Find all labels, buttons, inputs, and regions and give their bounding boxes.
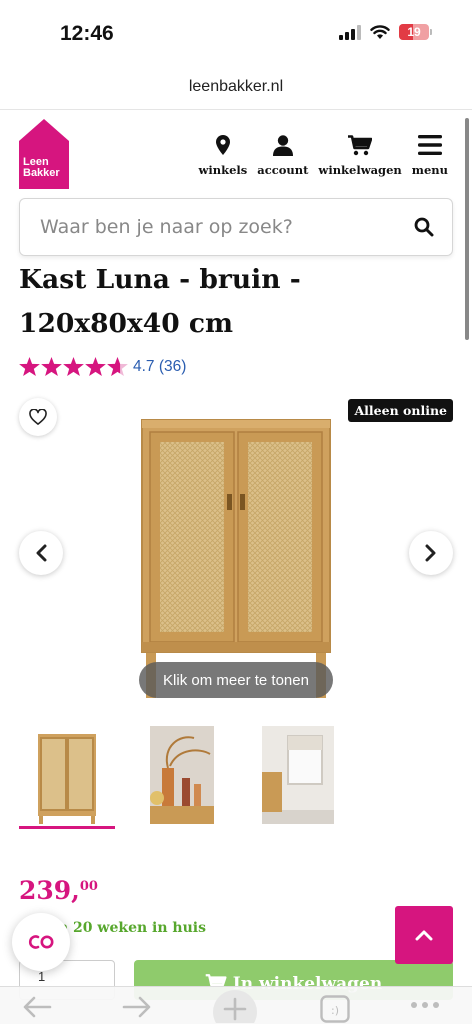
search-bar: [19, 198, 453, 256]
product-price: 239,00: [19, 876, 98, 905]
online-only-badge: Alleen online: [348, 399, 453, 422]
nav-label: winkelwagen: [318, 163, 402, 177]
cellular-signal-icon: [339, 24, 361, 40]
scroll-to-top-button[interactable]: [395, 906, 453, 964]
product-image-cabinet[interactable]: [140, 418, 332, 700]
search-button[interactable]: [396, 217, 452, 237]
chevron-right-icon: [425, 544, 436, 562]
nav-label: winkels: [198, 163, 248, 177]
browser-new-tab-button[interactable]: [212, 989, 258, 1023]
address-bar[interactable]: leenbakker.nl: [0, 70, 472, 110]
site-header: Leen Bakker winkels account winkelwagen …: [0, 111, 472, 197]
url-text: leenbakker.nl: [188, 78, 284, 95]
active-thumbnail-indicator: [19, 826, 115, 829]
chevron-up-icon: [415, 930, 433, 941]
chevron-left-icon: [36, 544, 47, 562]
search-icon: [414, 217, 434, 237]
arrow-right-icon: [122, 996, 151, 1018]
product-rating[interactable]: 4.7 (36): [19, 357, 186, 376]
hamburger-icon: [417, 135, 442, 155]
rating-stars: [19, 357, 128, 376]
gallery-next-button[interactable]: [409, 531, 453, 575]
status-icons: 19: [339, 24, 432, 40]
nav-menu[interactable]: menu: [412, 133, 448, 177]
svg-text::): :): [331, 1004, 339, 1017]
chat-button[interactable]: [12, 913, 70, 971]
browser-tabs-button[interactable]: :): [320, 995, 350, 1023]
browser-toolbar: :): [0, 986, 472, 1024]
plus-icon: [213, 990, 257, 1023]
nav-account[interactable]: account: [257, 133, 308, 177]
browser-back-button[interactable]: [22, 995, 52, 1019]
map-pin-icon: [215, 135, 230, 155]
arrow-left-icon: [23, 996, 52, 1018]
delivery-time: n 20 weken in huis: [58, 920, 206, 936]
gallery-thumbnails: [19, 722, 459, 832]
wifi-icon: [370, 24, 390, 39]
star-half-icon: [107, 357, 128, 376]
browser-more-button[interactable]: [410, 1001, 440, 1009]
product-title: Kast Luna - bruin - 120x80x40 cm: [19, 264, 301, 339]
star-icon: [85, 357, 106, 376]
header-nav: winkels account winkelwagen menu: [198, 133, 448, 177]
battery-level: 19: [407, 25, 421, 39]
wishlist-button[interactable]: [19, 398, 57, 436]
battery-icon: 19: [399, 24, 432, 40]
status-time: 12:46: [60, 22, 114, 45]
nav-label: account: [257, 163, 309, 177]
tabs-icon: :): [320, 995, 350, 1023]
star-icon: [63, 357, 84, 376]
cart-icon: [348, 134, 373, 155]
page-scrollbar[interactable]: [465, 118, 469, 340]
logo-text: Leen Bakker: [23, 156, 60, 179]
leen-bakker-logo[interactable]: Leen Bakker: [19, 119, 69, 189]
rating-text[interactable]: 4.7 (36): [133, 358, 186, 376]
gallery-prev-button[interactable]: [19, 531, 63, 575]
search-input[interactable]: [20, 216, 396, 238]
star-icon: [41, 357, 62, 376]
nav-label: menu: [411, 163, 448, 177]
show-more-button[interactable]: Klik om meer te tonen: [139, 662, 333, 698]
chat-logo-icon: [28, 935, 54, 949]
status-bar: 12:46 19: [0, 0, 472, 66]
thumbnail-1[interactable]: [37, 726, 97, 824]
user-icon: [272, 134, 293, 156]
more-dots-icon: [411, 1002, 439, 1008]
thumbnail-3[interactable]: [262, 726, 334, 824]
star-icon: [19, 357, 40, 376]
thumbnail-2[interactable]: [150, 726, 214, 824]
nav-winkelwagen[interactable]: winkelwagen: [318, 133, 402, 177]
browser-forward-button[interactable]: [122, 995, 152, 1019]
heart-icon: [29, 409, 47, 425]
nav-winkels[interactable]: winkels: [198, 133, 247, 177]
